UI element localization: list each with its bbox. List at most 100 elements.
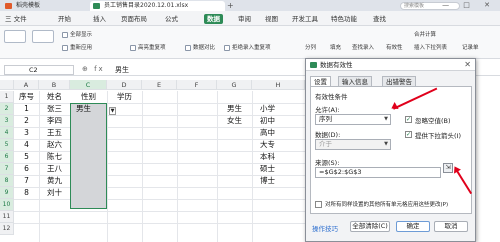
column-header-g[interactable]: G bbox=[217, 80, 252, 90]
close-icon[interactable]: ✕ bbox=[464, 59, 471, 71]
tab-template[interactable]: 稻壳模板 bbox=[2, 1, 44, 11]
cell-number[interactable]: 1 bbox=[14, 103, 39, 115]
cell-name[interactable]: 赵六 bbox=[39, 139, 70, 151]
header-cell-name[interactable]: 姓名 bbox=[39, 91, 70, 103]
row-header-10[interactable]: 10 bbox=[0, 199, 14, 211]
cell-name[interactable]: 王八 bbox=[39, 163, 70, 175]
row-header-4[interactable]: 4 bbox=[0, 127, 14, 139]
cell-name[interactable]: 李四 bbox=[39, 115, 70, 127]
reapply-button[interactable]: 重新应用 bbox=[62, 43, 92, 51]
cell-name[interactable]: 刘十 bbox=[39, 187, 70, 199]
cell-number[interactable]: 6 bbox=[14, 163, 39, 175]
row-header-11[interactable]: 11 bbox=[0, 211, 14, 223]
reject-duplicates-button[interactable]: 拒绝录入重复项 bbox=[224, 43, 271, 51]
cell-number[interactable]: 8 bbox=[14, 187, 39, 199]
source-education-cell[interactable]: 博士 bbox=[258, 175, 305, 187]
row-header-5[interactable]: 5 bbox=[0, 139, 14, 151]
source-education-cell[interactable]: 高中 bbox=[258, 127, 305, 139]
cell-name[interactable]: 王五 bbox=[39, 127, 70, 139]
pivot-table-icon[interactable] bbox=[4, 30, 26, 43]
data-select[interactable]: 介于 ▼ bbox=[315, 139, 391, 150]
menu-developer[interactable]: 开发工具 bbox=[289, 14, 321, 24]
menu-view[interactable]: 视图 bbox=[262, 14, 281, 24]
menu-special[interactable]: 特色功能 bbox=[328, 14, 360, 24]
consolidate-button[interactable]: 合并计算 bbox=[414, 30, 436, 38]
column-header-h[interactable]: H bbox=[252, 80, 305, 90]
menu-data[interactable]: 数据 bbox=[204, 14, 223, 24]
header-cell-gender[interactable]: 性别 bbox=[70, 91, 107, 103]
cell-name[interactable]: 陈七 bbox=[39, 151, 70, 163]
cell-number[interactable]: 7 bbox=[14, 175, 39, 187]
cell-number[interactable]: 2 bbox=[14, 115, 39, 127]
grid-line bbox=[142, 91, 143, 242]
fill-button[interactable]: 填充 bbox=[330, 43, 341, 51]
selected-range-c2-c10[interactable] bbox=[70, 103, 107, 209]
show-all-button[interactable]: 全部显示 bbox=[62, 30, 92, 38]
row-header-9[interactable]: 9 bbox=[0, 187, 14, 199]
header-cell-education[interactable]: 学历 bbox=[107, 91, 142, 103]
ok-button[interactable]: 确定 bbox=[396, 221, 430, 232]
text-to-columns-button[interactable]: 分列 bbox=[305, 43, 316, 51]
row-header-6[interactable]: 6 bbox=[0, 151, 14, 163]
menu-review[interactable]: 审阅 bbox=[235, 14, 254, 24]
cell-gender[interactable]: 男生 bbox=[74, 103, 107, 115]
column-header-e[interactable]: E bbox=[142, 80, 177, 90]
apply-all-checkbox[interactable] bbox=[315, 201, 322, 208]
menu-find[interactable]: 查找 bbox=[370, 14, 389, 24]
menu-home[interactable]: 开始 bbox=[55, 14, 74, 24]
cell-name[interactable]: 黄九 bbox=[39, 175, 70, 187]
column-header-b[interactable]: B bbox=[39, 80, 70, 90]
insert-dropdown-button[interactable]: 插入下拉列表 bbox=[414, 43, 447, 51]
source-education-cell[interactable]: 大专 bbox=[258, 139, 305, 151]
column-header-a[interactable]: A bbox=[14, 80, 39, 90]
column-header-d[interactable]: D bbox=[107, 80, 142, 90]
source-input[interactable]: =$G$2:$G$3 bbox=[315, 167, 441, 178]
data-compare-button[interactable]: 数据对比 bbox=[185, 43, 215, 51]
column-header-f[interactable]: F bbox=[177, 80, 217, 90]
formula-input[interactable]: 男生 bbox=[115, 65, 129, 75]
menu-page-layout[interactable]: 页面布局 bbox=[118, 14, 150, 24]
fx-icon[interactable]: ⊕ fx bbox=[82, 65, 105, 73]
cell-number[interactable]: 5 bbox=[14, 151, 39, 163]
cell-dropdown-arrow-icon[interactable]: ▼ bbox=[109, 107, 116, 115]
cell-name[interactable]: 张三 bbox=[39, 103, 70, 115]
highlight-duplicates-button[interactable]: 高亮重复项 bbox=[130, 43, 166, 51]
provide-dropdown-checkbox[interactable]: ✓ bbox=[405, 131, 412, 138]
grid-line bbox=[107, 91, 108, 242]
menu-file[interactable]: 三 文件 bbox=[2, 14, 30, 24]
cell-number[interactable]: 3 bbox=[14, 127, 39, 139]
source-education-cell[interactable]: 初中 bbox=[258, 115, 305, 127]
source-gender-cell[interactable]: 男生 bbox=[217, 103, 252, 115]
cancel-button[interactable]: 取消 bbox=[434, 221, 468, 232]
ignore-blank-checkbox[interactable]: ✓ bbox=[405, 116, 412, 123]
new-tab-button[interactable]: + bbox=[227, 1, 234, 10]
source-gender-cell[interactable]: 女生 bbox=[217, 115, 252, 127]
source-education-cell[interactable]: 小学 bbox=[258, 103, 305, 115]
record-form-button[interactable]: 记录单 bbox=[462, 43, 479, 51]
clear-all-button[interactable]: 全部清除(C) bbox=[350, 221, 390, 232]
filter-icon[interactable] bbox=[32, 30, 54, 43]
tab-workbook[interactable]: 员工销售目录2020.12.01.xlsx bbox=[90, 1, 225, 11]
cell-number[interactable]: 4 bbox=[14, 139, 39, 151]
select-all-corner[interactable] bbox=[0, 80, 14, 90]
name-box[interactable]: C2 bbox=[4, 65, 74, 75]
row-header-7[interactable]: 7 bbox=[0, 163, 14, 175]
row-header-3[interactable]: 3 bbox=[0, 115, 14, 127]
validity-button[interactable]: 有效性 bbox=[386, 43, 403, 51]
row-header-2[interactable]: 2 bbox=[0, 103, 14, 115]
column-header-c[interactable]: C bbox=[70, 80, 107, 90]
highlight-icon bbox=[130, 44, 136, 51]
compare-icon bbox=[185, 44, 191, 51]
row-header-8[interactable]: 8 bbox=[0, 175, 14, 187]
window-controls[interactable]: — □ ✕ bbox=[442, 1, 496, 9]
operation-tips-link[interactable]: 操作技巧 bbox=[312, 223, 338, 233]
row-header-1[interactable]: 1 bbox=[0, 91, 14, 103]
row-header-12[interactable]: 12 bbox=[0, 223, 14, 235]
menu-insert[interactable]: 插入 bbox=[90, 14, 109, 24]
lookup-entry-button[interactable]: 查找录入 bbox=[352, 43, 374, 51]
source-education-cell[interactable]: 硕士 bbox=[258, 163, 305, 175]
source-education-cell[interactable]: 本科 bbox=[258, 151, 305, 163]
menu-formulas[interactable]: 公式 bbox=[162, 14, 181, 24]
allow-select[interactable]: 序列 ▼ bbox=[315, 114, 391, 125]
header-cell-number[interactable]: 序号 bbox=[14, 91, 39, 103]
